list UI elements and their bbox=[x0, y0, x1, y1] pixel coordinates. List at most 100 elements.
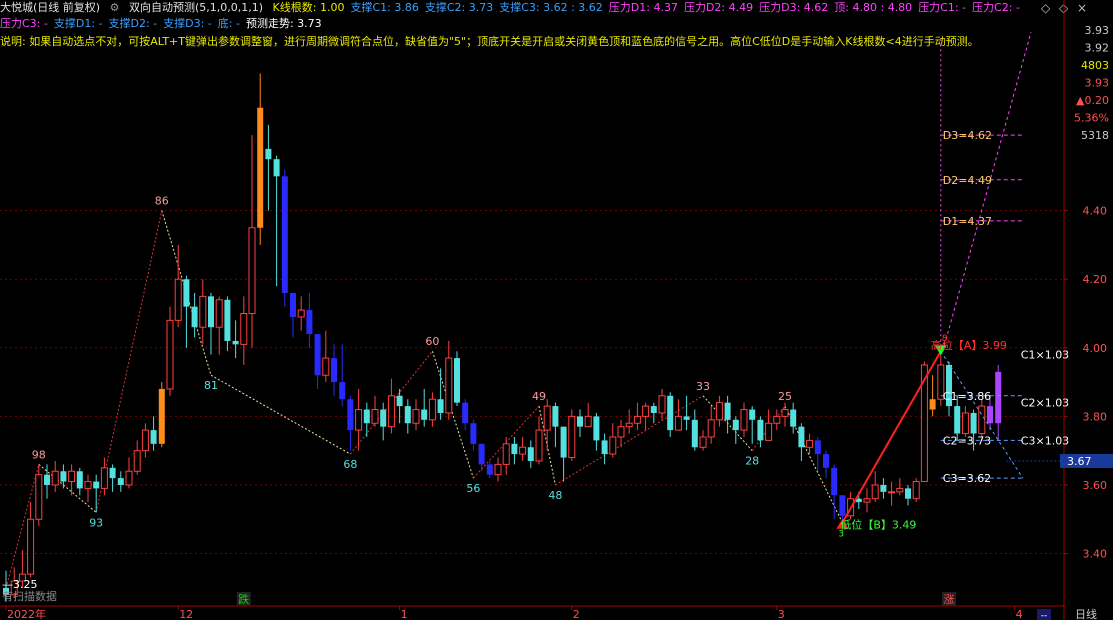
candle-body bbox=[133, 450, 141, 472]
low-count: 3 bbox=[838, 530, 844, 540]
level-label: C1×1.03 bbox=[1021, 349, 1069, 362]
candle-body bbox=[954, 406, 961, 434]
candle-body bbox=[896, 487, 904, 493]
candle-body bbox=[543, 405, 551, 431]
candle-body bbox=[93, 481, 100, 489]
candle-body bbox=[740, 409, 748, 431]
candle-body bbox=[978, 405, 986, 435]
candle-body bbox=[257, 107, 264, 228]
candle-body bbox=[60, 471, 67, 482]
swing-label: 68 bbox=[343, 458, 357, 471]
candle-body bbox=[790, 409, 797, 427]
candle-body bbox=[306, 310, 313, 335]
candle-body bbox=[141, 429, 149, 452]
sidebar-value: ▲0.20 bbox=[1076, 94, 1109, 107]
candle-body bbox=[265, 148, 272, 160]
candle-body bbox=[35, 474, 43, 520]
candle-body bbox=[839, 495, 846, 516]
candle-body bbox=[601, 440, 608, 455]
candle-body bbox=[691, 419, 698, 448]
candle-body bbox=[683, 416, 690, 420]
candle-body bbox=[995, 371, 1002, 424]
candle-body bbox=[494, 463, 502, 476]
candle-body bbox=[371, 409, 379, 424]
candle-body bbox=[248, 227, 256, 314]
candle-body bbox=[707, 419, 715, 438]
candle-body bbox=[314, 334, 321, 376]
candle-body bbox=[158, 388, 165, 444]
candle-body bbox=[331, 358, 337, 383]
candle-body bbox=[437, 399, 444, 413]
candle-body bbox=[568, 415, 576, 459]
swing-line bbox=[555, 395, 704, 486]
candle-body bbox=[560, 426, 567, 458]
candle-body bbox=[912, 481, 920, 500]
candle-body bbox=[773, 415, 781, 424]
x-tick-label: 4 bbox=[1016, 608, 1023, 620]
swing-label: 48 bbox=[548, 489, 562, 502]
candle-body bbox=[297, 309, 305, 318]
candle-body bbox=[831, 467, 838, 496]
candle-body bbox=[535, 429, 543, 462]
scan-data-label: 有扫描数据 bbox=[2, 589, 57, 603]
candle-body bbox=[765, 422, 773, 441]
sidebar-value: 4803 bbox=[1081, 59, 1109, 72]
candle-body bbox=[650, 406, 657, 413]
y-tick-label: 4.20 bbox=[1083, 273, 1108, 286]
candle-body bbox=[609, 436, 617, 455]
candle-body bbox=[240, 313, 248, 345]
candle-body bbox=[584, 415, 592, 428]
candle-body bbox=[642, 405, 650, 417]
candle-body bbox=[27, 518, 35, 575]
candle-body bbox=[445, 357, 453, 414]
candle-body bbox=[109, 467, 116, 479]
candle-body bbox=[633, 415, 641, 424]
candle-body bbox=[44, 474, 50, 485]
candle-body bbox=[617, 426, 625, 438]
candle-body bbox=[502, 443, 510, 465]
swing-label: 60 bbox=[425, 335, 439, 348]
candle-body bbox=[174, 278, 182, 321]
swing-label: 81 bbox=[204, 379, 218, 392]
candle-body bbox=[970, 412, 977, 434]
candle-body bbox=[51, 470, 59, 486]
candle-body bbox=[732, 419, 739, 431]
candle-body bbox=[339, 382, 346, 400]
candle-body bbox=[232, 340, 239, 345]
sidebar-value: 3.92 bbox=[1085, 42, 1110, 55]
x-tick-label: 1 bbox=[401, 608, 408, 620]
x-tick-label: 12 bbox=[179, 608, 193, 620]
swing-label: 56 bbox=[466, 482, 480, 495]
candlestick-chart[interactable]: 3.40 3.60 3.80 4.00 4.20 4.40 3.93 3.92 4803 3.93… bbox=[0, 0, 1113, 620]
swing-label: 98 bbox=[32, 448, 46, 461]
candle-body bbox=[552, 406, 559, 427]
candle-body bbox=[905, 488, 911, 499]
candle-body bbox=[814, 440, 821, 455]
level-label: D1=4.37 bbox=[943, 215, 992, 228]
candle-body bbox=[387, 395, 395, 428]
candle-body bbox=[224, 299, 231, 341]
candle-body bbox=[100, 467, 108, 489]
candle-body bbox=[863, 498, 871, 503]
candle-body bbox=[462, 402, 469, 424]
candle-body bbox=[281, 176, 288, 293]
low-label: 低位【B】3.49 bbox=[840, 518, 916, 532]
candle-body bbox=[987, 406, 993, 424]
candle-body bbox=[749, 409, 756, 420]
candle-body bbox=[486, 464, 493, 475]
candle-body bbox=[290, 292, 296, 317]
candle-body bbox=[781, 409, 789, 417]
candle-body bbox=[355, 409, 363, 431]
swing-line bbox=[210, 374, 351, 455]
candle-body bbox=[527, 447, 534, 461]
candle-body bbox=[658, 395, 666, 414]
level-label: D3=4.62 bbox=[943, 129, 992, 142]
swing-label: 93 bbox=[89, 516, 103, 529]
sidebar-value: 3.93 bbox=[1085, 77, 1110, 90]
signal-mark: 跌 bbox=[238, 592, 249, 606]
candle-body bbox=[183, 279, 190, 307]
candle-body bbox=[667, 395, 674, 431]
candle-body bbox=[273, 159, 280, 177]
sidebar-value: 5318 bbox=[1081, 129, 1109, 142]
candle-body bbox=[880, 484, 887, 492]
